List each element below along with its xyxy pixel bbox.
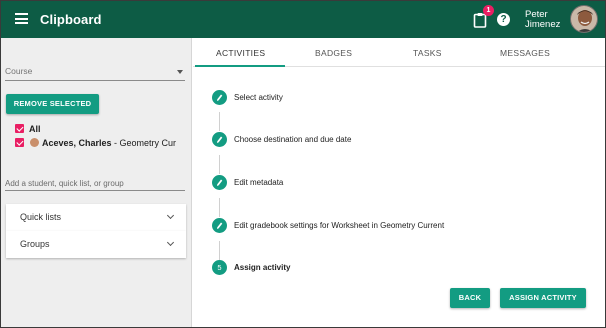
app-window: Clipboard 1 ? Peter Jimenez Course REMOV… <box>0 0 606 328</box>
tab-activities[interactable]: ACTIVITIES <box>216 48 265 58</box>
back-button[interactable]: BACK <box>450 288 490 308</box>
stepper: Select activity Choose destination and d… <box>193 67 605 327</box>
step-1-label: Select activity <box>234 93 283 102</box>
student-checkbox[interactable] <box>15 138 24 147</box>
help-icon[interactable]: ? <box>497 13 510 26</box>
step-connector <box>219 241 220 260</box>
app-title: Clipboard <box>40 12 102 27</box>
step-connector <box>219 155 220 174</box>
pencil-icon <box>217 179 223 186</box>
student-label: Aceves, Charles - Geometry Cur <box>42 138 176 148</box>
step-connector <box>219 198 220 217</box>
student-avatar <box>30 138 39 147</box>
step-3-marker[interactable] <box>212 175 227 190</box>
quick-lists-label: Quick lists <box>20 212 62 222</box>
tab-tasks[interactable]: TASKS <box>413 48 442 58</box>
assign-activity-button[interactable]: ASSIGN ACTIVITY <box>500 288 586 308</box>
quick-lists-panel[interactable]: Quick lists <box>6 204 186 231</box>
avatar[interactable] <box>570 5 598 33</box>
step-5-label: Assign activity <box>234 263 291 272</box>
step-3-label: Edit metadata <box>234 178 284 187</box>
pencil-icon <box>217 222 223 229</box>
pencil-icon <box>217 136 223 143</box>
remove-selected-button[interactable]: REMOVE SELECTED <box>6 94 99 114</box>
step-4-label: Edit gradebook settings for Worksheet in… <box>234 221 445 230</box>
app-bar: Clipboard 1 ? Peter Jimenez <box>1 1 605 38</box>
menu-icon[interactable] <box>15 13 28 24</box>
groups-label: Groups <box>20 239 50 249</box>
course-placeholder: Course <box>5 66 33 76</box>
course-select[interactable]: Course <box>5 65 185 81</box>
avatar-image <box>571 6 597 32</box>
student-name: Aceves, Charles <box>42 138 112 148</box>
add-student-input[interactable]: Add a student, quick list, or group <box>5 176 185 191</box>
user-last-name: Jimenez <box>525 19 561 30</box>
pencil-icon <box>217 94 223 101</box>
sidebar: Course REMOVE SELECTED All Aceves, Charl… <box>1 38 192 327</box>
step-connector <box>219 112 220 131</box>
notification-badge: 1 <box>483 5 494 16</box>
select-all-label: All <box>29 124 41 134</box>
step-4-marker[interactable] <box>212 218 227 233</box>
dropdown-caret-icon <box>177 70 183 74</box>
tab-bar: ACTIVITIES BADGES TASKS MESSAGES <box>193 38 605 67</box>
step-5-marker: 5 <box>212 260 227 275</box>
chevron-down-icon <box>166 238 175 247</box>
user-name[interactable]: Peter Jimenez <box>525 10 560 30</box>
step-1-marker[interactable] <box>212 90 227 105</box>
step-2-marker[interactable] <box>212 132 227 147</box>
tab-messages[interactable]: MESSAGES <box>500 48 550 58</box>
select-all-checkbox[interactable] <box>15 124 24 133</box>
tab-badges[interactable]: BADGES <box>315 48 352 58</box>
chevron-down-icon <box>166 211 175 220</box>
step-2-label: Choose destination and due date <box>234 135 352 144</box>
groups-panel[interactable]: Groups <box>6 231 186 258</box>
student-class: - Geometry Cur <box>111 138 177 148</box>
